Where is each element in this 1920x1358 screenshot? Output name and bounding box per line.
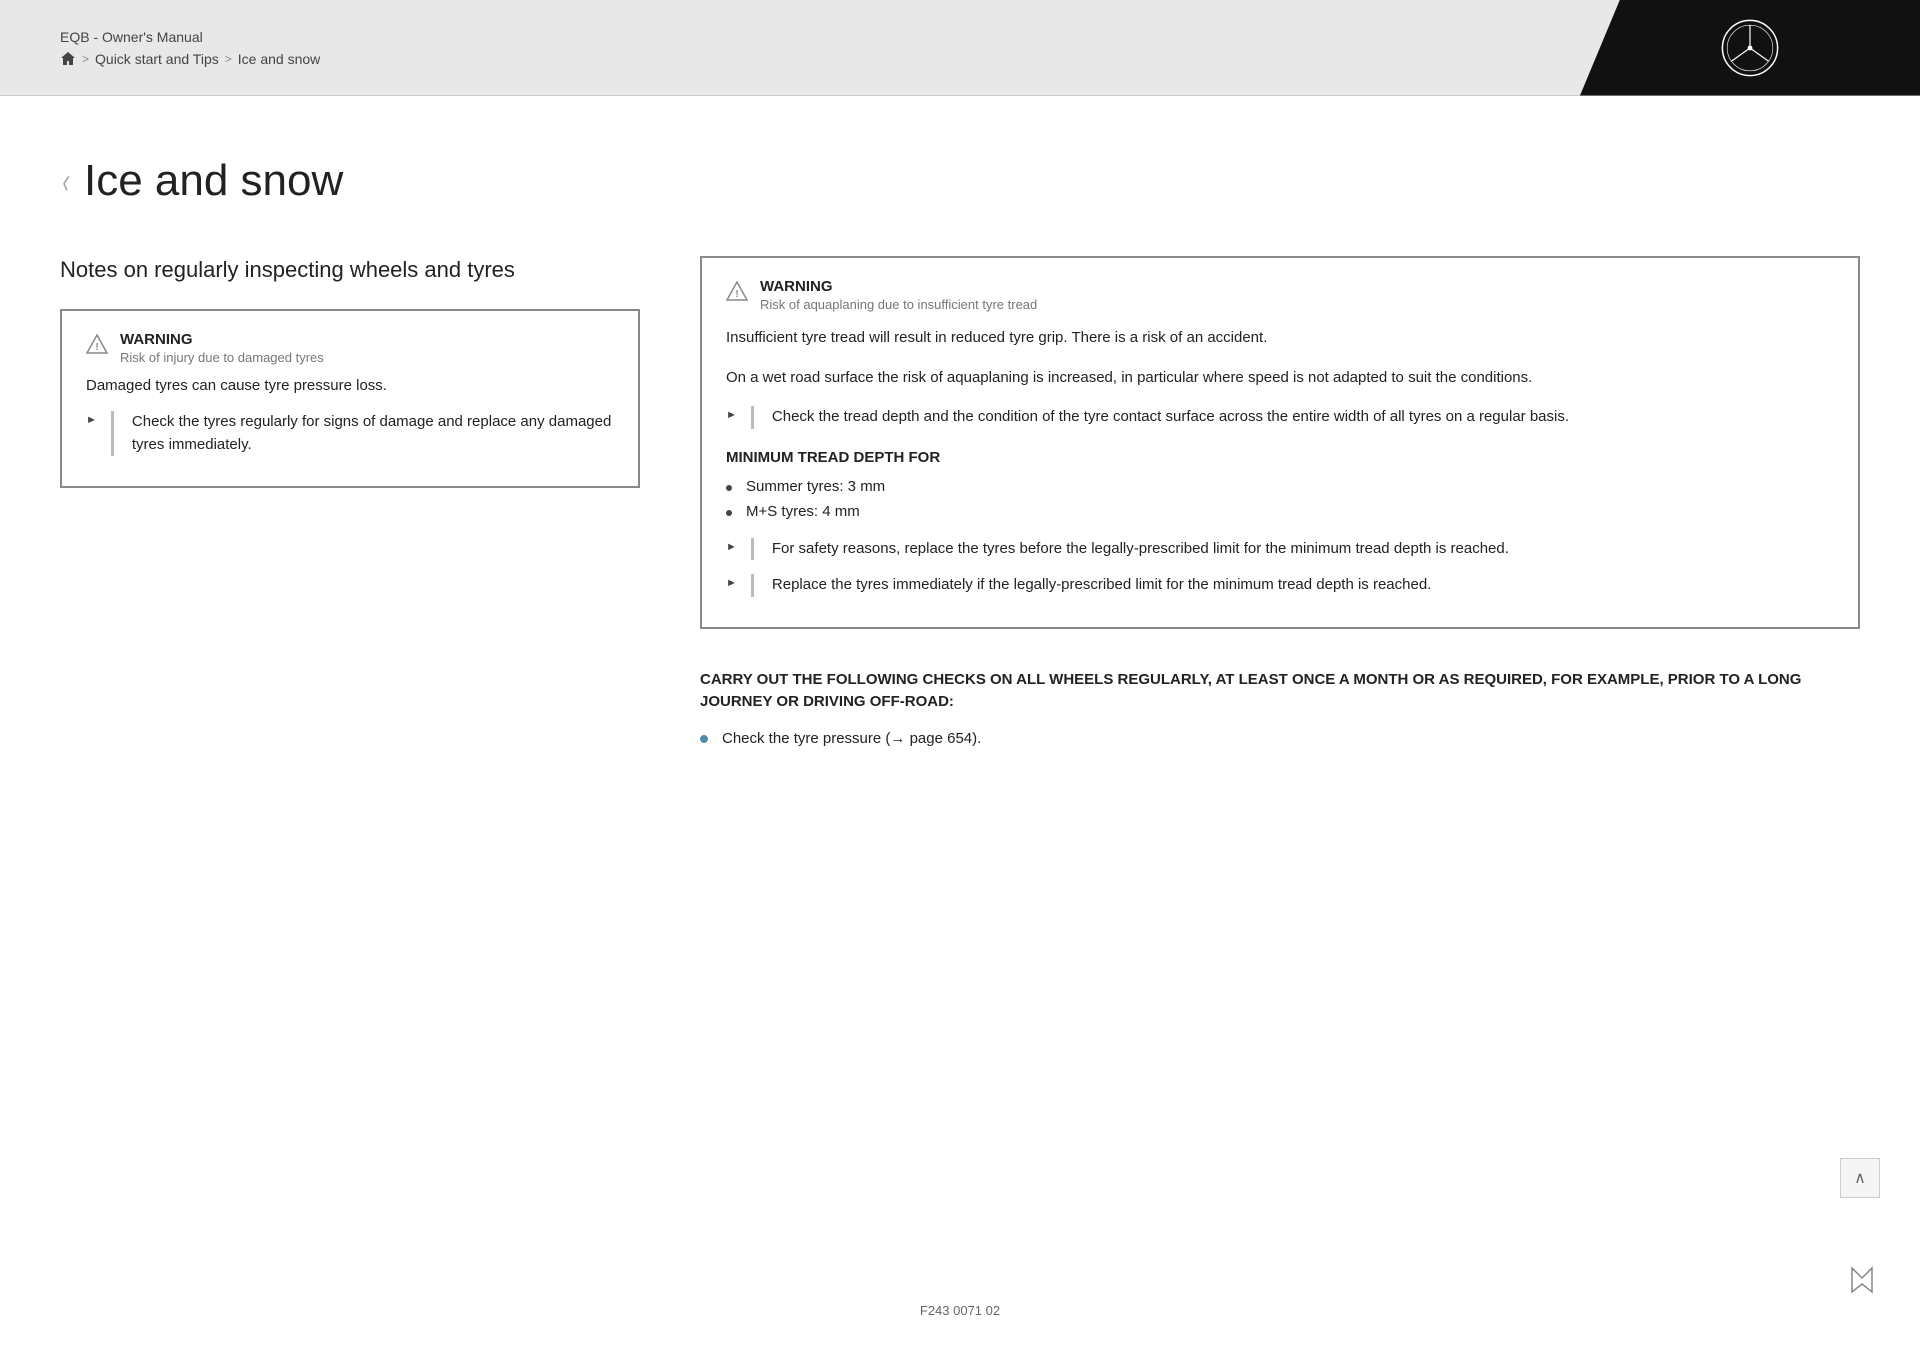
- action-bar-tread-1: [751, 538, 754, 561]
- bullet-dot-2: [726, 510, 732, 516]
- action-text-tread-2: Replace the tyres immediately if the leg…: [772, 574, 1431, 597]
- action-text-tread-1: For safety reasons, replace the tyres be…: [772, 538, 1509, 561]
- scroll-up-icon: ∧: [1854, 1168, 1866, 1188]
- action-bar-right: [751, 406, 754, 429]
- action-item-left: ► Check the tyres regularly for signs of…: [86, 411, 614, 456]
- warning-title-right: WARNING: [760, 278, 1037, 295]
- mercedes-logo: [1720, 18, 1780, 78]
- breadcrumb-item1[interactable]: Quick start and Tips: [95, 51, 219, 67]
- home-icon[interactable]: [60, 51, 76, 67]
- bullet-dot-1: [726, 485, 732, 491]
- right-column: ! WARNING Risk of aquaplaning due to ins…: [700, 256, 1860, 757]
- breadcrumb-sep1: >: [82, 52, 89, 66]
- back-chevron-icon[interactable]: ‹: [62, 160, 69, 202]
- two-col-layout: Notes on regularly inspecting wheels and…: [60, 256, 1860, 757]
- action-arrow-tread-2: ►: [726, 577, 737, 589]
- warning-triangle-icon-right: !: [726, 280, 748, 302]
- page-title-area: ‹ Ice and snow: [60, 156, 1860, 206]
- document-id: F243 0071 02: [920, 1303, 1000, 1318]
- action-item-tread-2: ► Replace the tyres immediately if the l…: [726, 574, 1834, 597]
- warning-subtitle-left: Risk of injury due to damaged tyres: [120, 350, 324, 365]
- list-item: Summer tyres: 3 mm: [726, 478, 1834, 495]
- svg-text:!: !: [735, 289, 738, 300]
- warning-triangle-icon-left: !: [86, 333, 108, 355]
- header: EQB - Owner's Manual > Quick start and T…: [0, 0, 1920, 96]
- section-heading: Notes on regularly inspecting wheels and…: [60, 256, 640, 285]
- bottom-bullet-item: Check the tyre pressure (→ page 654).: [700, 730, 1860, 747]
- breadcrumb-item2: Ice and snow: [238, 51, 321, 67]
- page-title: Ice and snow: [84, 156, 343, 206]
- list-item: M+S tyres: 4 mm: [726, 503, 1834, 520]
- warning-title-left: WARNING: [120, 331, 324, 348]
- min-tread-heading: MINIMUM TREAD DEPTH FOR: [726, 449, 1834, 466]
- action-arrow-right: ►: [726, 409, 737, 421]
- list-item-text-1: Summer tyres: 3 mm: [746, 478, 885, 495]
- manual-title: EQB - Owner's Manual: [60, 29, 320, 45]
- left-column: Notes on regularly inspecting wheels and…: [60, 256, 640, 518]
- breadcrumb-sep2: >: [225, 52, 232, 66]
- logo-area: [1580, 0, 1920, 96]
- warning-body-left: Damaged tyres can cause tyre pressure lo…: [86, 375, 614, 398]
- bottom-bold-text: CARRY OUT THE FOLLOWING CHECKS ON ALL WH…: [700, 669, 1860, 714]
- warning-header-right: ! WARNING Risk of aquaplaning due to ins…: [726, 278, 1834, 312]
- warning-header-left: ! WARNING Risk of injury due to damaged …: [86, 331, 614, 365]
- action-text-left: Check the tyres regularly for signs of d…: [132, 411, 614, 456]
- warning-text-block-left: WARNING Risk of injury due to damaged ty…: [120, 331, 324, 365]
- warning-box-left: ! WARNING Risk of injury due to damaged …: [60, 309, 640, 489]
- warning-box-right: ! WARNING Risk of aquaplaning due to ins…: [700, 256, 1860, 629]
- action-text-right: Check the tread depth and the condition …: [772, 406, 1569, 429]
- main-content: ‹ Ice and snow Notes on regularly inspec…: [0, 96, 1920, 1358]
- scroll-up-button[interactable]: ∧: [1840, 1158, 1880, 1198]
- warning-para1-right: Insufficient tyre tread will result in r…: [726, 326, 1834, 350]
- action-arrow-tread-1: ►: [726, 541, 737, 553]
- warning-subtitle-right: Risk of aquaplaning due to insufficient …: [760, 297, 1037, 312]
- warning-para2-right: On a wet road surface the risk of aquapl…: [726, 366, 1834, 390]
- action-item-tread-1: ► For safety reasons, replace the tyres …: [726, 538, 1834, 561]
- action-bar-left: [111, 411, 114, 456]
- blue-dot-icon: [700, 735, 708, 743]
- header-left: EQB - Owner's Manual > Quick start and T…: [60, 29, 320, 67]
- warning-text-block-right: WARNING Risk of aquaplaning due to insuf…: [760, 278, 1037, 312]
- action-bar-tread-2: [751, 574, 754, 597]
- action-arrow-left: ►: [86, 414, 97, 426]
- min-tread-list: Summer tyres: 3 mm M+S tyres: 4 mm: [726, 478, 1834, 520]
- footer: F243 0071 02: [0, 1283, 1920, 1338]
- check-item-text: Check the tyre pressure (→ page 654).: [722, 730, 981, 747]
- svg-text:!: !: [95, 342, 98, 353]
- action-item-right-warning: ► Check the tread depth and the conditio…: [726, 406, 1834, 429]
- list-item-text-2: M+S tyres: 4 mm: [746, 503, 860, 520]
- breadcrumb: > Quick start and Tips > Ice and snow: [60, 51, 320, 67]
